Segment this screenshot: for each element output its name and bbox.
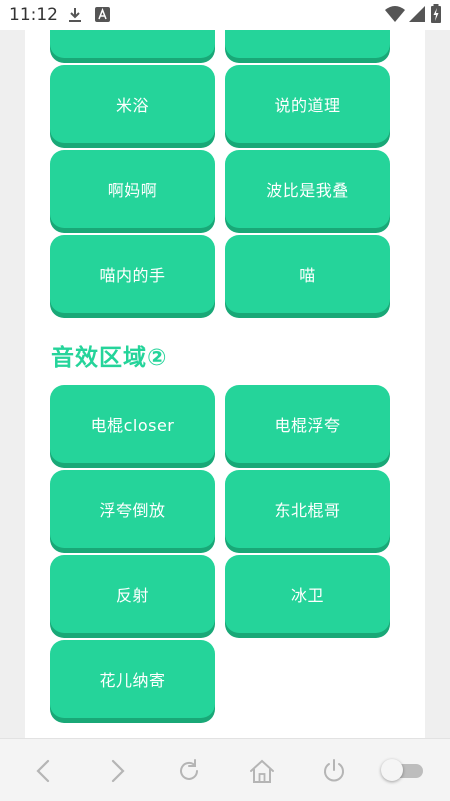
- signal-icon: [409, 6, 425, 22]
- sound-button-fukua-daofang[interactable]: 浮夸倒放: [50, 470, 215, 548]
- sound-button-fanshe[interactable]: 反射: [50, 555, 215, 633]
- sound-button-amaa[interactable]: 啊妈啊: [50, 150, 215, 228]
- reload-icon[interactable]: [175, 757, 203, 785]
- sound-button-bobi[interactable]: 波比是我叠: [225, 150, 390, 228]
- back-icon[interactable]: [30, 757, 58, 785]
- sound-button[interactable]: [225, 30, 390, 58]
- sound-button-miyu[interactable]: 米浴: [50, 65, 215, 143]
- sound-button-miao[interactable]: 喵: [225, 235, 390, 313]
- download-icon: [69, 8, 81, 22]
- status-bar: 11:12: [0, 0, 450, 30]
- status-time: 11:12: [9, 5, 58, 25]
- wifi-icon: [385, 6, 405, 22]
- sound-button-dongbei-gunge[interactable]: 东北棍哥: [225, 470, 390, 548]
- page-margin-right: [425, 30, 450, 738]
- sound-button-diangun-closer[interactable]: 电棍closer: [50, 385, 215, 463]
- section-title: 音效区域②: [51, 345, 168, 371]
- sound-button[interactable]: [50, 30, 215, 58]
- browser-nav-bar: [0, 738, 450, 801]
- toggle-switch[interactable]: [381, 759, 425, 781]
- sound-button-shuodedaoli[interactable]: 说的道理: [225, 65, 390, 143]
- sound-button-diangun-fukua[interactable]: 电棍浮夸: [225, 385, 390, 463]
- battery-icon: [431, 4, 441, 23]
- toggle-knob: [381, 759, 403, 781]
- sound-button-bingwei[interactable]: 冰卫: [225, 555, 390, 633]
- sound-board-page: 米浴 说的道理 啊妈啊 波比是我叠 喵内的手 喵 音效区域② 电棍closer …: [25, 30, 425, 738]
- sound-button-miaonei[interactable]: 喵内的手: [50, 235, 215, 313]
- forward-icon[interactable]: [103, 757, 131, 785]
- a-icon: [95, 7, 110, 22]
- home-icon[interactable]: [248, 757, 276, 785]
- page-margin-left: [0, 30, 25, 738]
- sound-button-huaer-naji[interactable]: 花儿纳寄: [50, 640, 215, 718]
- power-icon[interactable]: [320, 757, 348, 785]
